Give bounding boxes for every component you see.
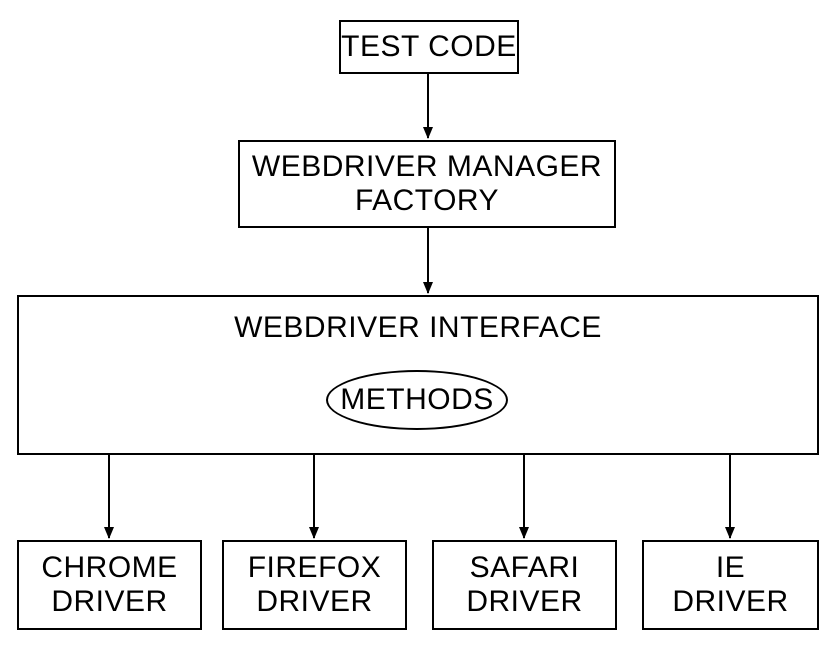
node-safari-label: SAFARIDRIVER [466,551,582,620]
node-factory-label: WEBDRIVER MANAGERFACTORY [252,150,602,219]
node-firefox-label: FIREFOXDRIVER [248,551,382,620]
node-factory: WEBDRIVER MANAGERFACTORY [238,140,616,228]
node-methods: METHODS [326,370,508,430]
node-test-code-label: TEST CODE [341,30,517,65]
node-test-code: TEST CODE [339,20,519,74]
node-safari-driver: SAFARIDRIVER [432,540,617,630]
node-chrome-label: CHROMEDRIVER [41,551,177,620]
node-ie-label: IEDRIVER [672,551,788,620]
node-methods-label: METHODS [340,383,494,417]
node-ie-driver: IEDRIVER [642,540,819,630]
node-firefox-driver: FIREFOXDRIVER [222,540,407,630]
node-chrome-driver: CHROMEDRIVER [17,540,202,630]
node-interface-label: WEBDRIVER INTERFACE [234,311,602,346]
